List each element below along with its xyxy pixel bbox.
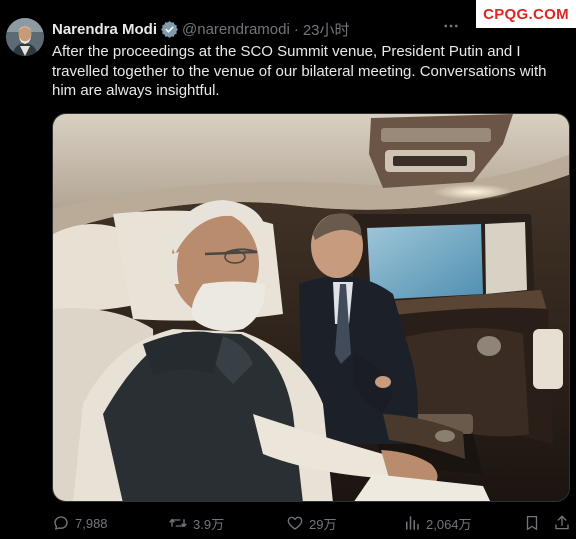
retweet-icon (169, 518, 187, 528)
share-icon (555, 515, 569, 530)
watermark-text: CPQG.COM (483, 5, 569, 23)
more-icon[interactable] (440, 16, 462, 36)
reply-count: 7,988 (75, 515, 108, 531)
action-bar: 7,988 3.9万 29万 2,064万 (52, 512, 572, 534)
views-button[interactable]: 2,064万 (403, 512, 472, 534)
tweet-header: Narendra Modi @narendramodi · 23小时 (52, 18, 350, 40)
like-button[interactable]: 29万 (286, 512, 336, 534)
timestamp[interactable]: 23小时 (303, 19, 350, 40)
like-count: 29万 (309, 516, 337, 532)
tweet-photo[interactable] (52, 113, 570, 502)
photo-car-interior (53, 114, 569, 501)
bookmark-button[interactable] (523, 512, 541, 534)
bookmark-icon (526, 515, 538, 531)
watermark: CPQG.COM (476, 0, 576, 28)
retweet-count: 3.9万 (193, 516, 225, 532)
author-name[interactable]: Narendra Modi (52, 21, 157, 38)
views-icon (406, 516, 419, 530)
reply-icon (54, 516, 68, 530)
view-count: 2,064万 (426, 516, 472, 532)
avatar-image (6, 18, 44, 56)
share-button[interactable] (553, 512, 571, 534)
tweet-text: After the proceedings at the SCO Summit … (52, 43, 547, 99)
reply-button[interactable]: 7,988 (52, 512, 108, 534)
tweet-card[interactable]: Narendra Modi @narendramodi · 23小时 CPQG.… (0, 0, 576, 539)
author-handle[interactable]: @narendramodi (182, 21, 290, 38)
retweet-button[interactable]: 3.9万 (168, 512, 224, 534)
verified-badge-icon (161, 20, 178, 38)
heart-icon (287, 516, 303, 530)
separator-dot: · (293, 20, 299, 38)
avatar[interactable] (6, 18, 44, 56)
